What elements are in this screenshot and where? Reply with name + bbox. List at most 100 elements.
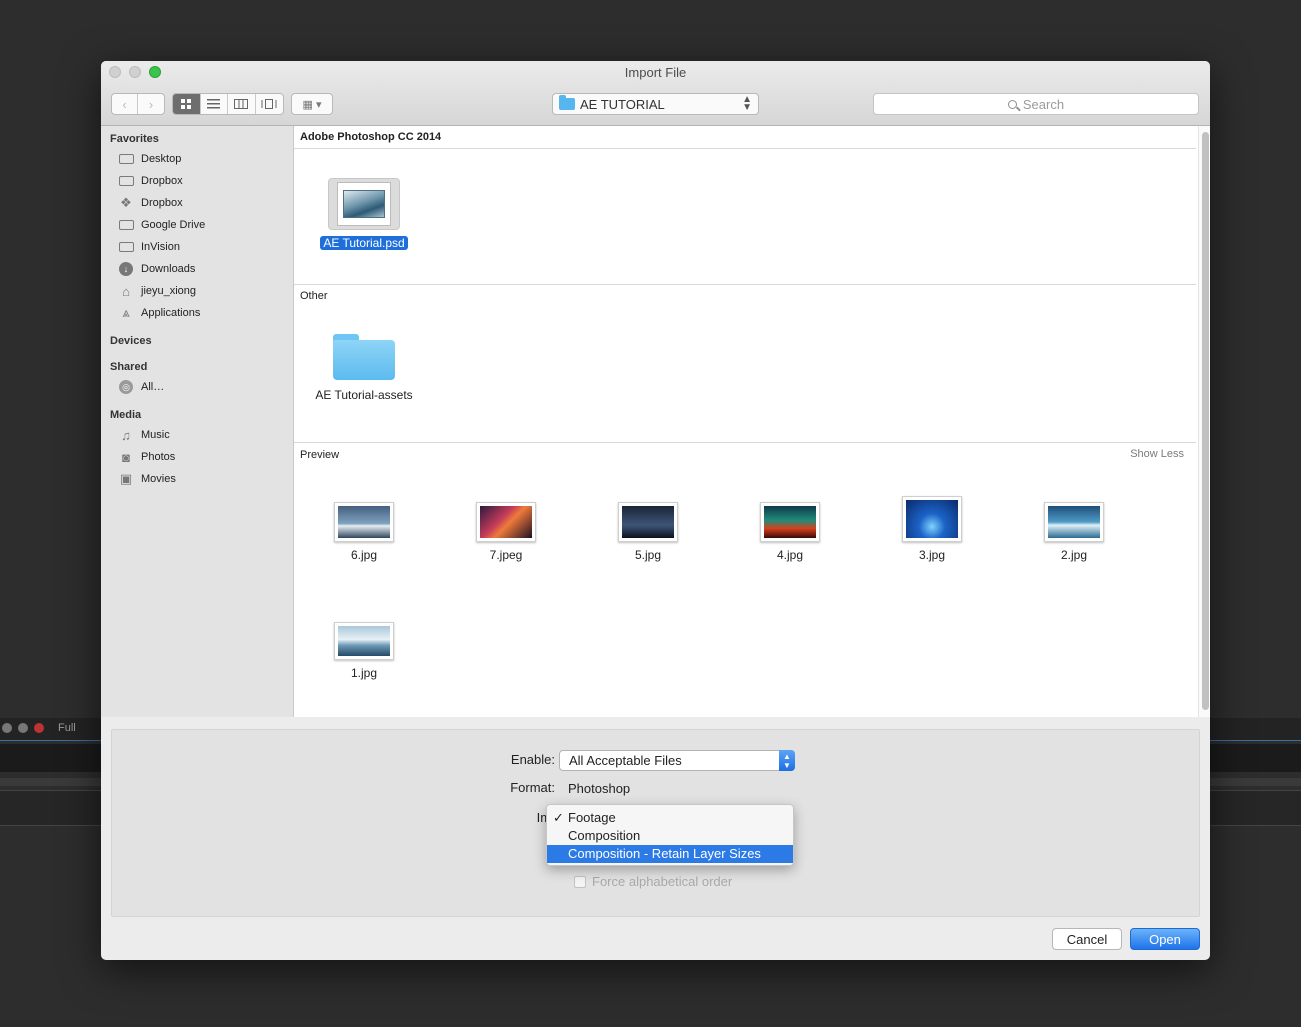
image-thumbnail (334, 502, 394, 542)
section-title-other: Other (300, 290, 328, 302)
location-label: AE TUTORIAL (580, 96, 665, 112)
camera-icon: ◙ (122, 449, 130, 465)
dialog-title: Import File (624, 65, 687, 80)
menu-item-composition-retain-layer-sizes[interactable]: Composition - Retain Layer Sizes (547, 845, 793, 863)
icon-view-icon (181, 99, 192, 109)
forward-button[interactable]: › (138, 94, 164, 114)
image-file-item[interactable]: 7.jpeg (466, 502, 546, 562)
icon-view-button[interactable] (173, 94, 201, 114)
psd-file-icon (328, 178, 400, 230)
navigation-buttons: ‹ › (111, 93, 165, 115)
enable-select[interactable]: All Acceptable Files ▲ ▼ (559, 750, 795, 771)
search-field[interactable]: Search (873, 93, 1199, 115)
coverflow-view-button[interactable] (256, 94, 283, 114)
chevron-left-icon: ‹ (122, 96, 127, 112)
import-file-dialog: Import File ‹ › ▦ ▾ AE TUTORIAL ▲ ▼ Sear… (101, 61, 1210, 960)
sidebar-item-dropbox[interactable]: ❖ Dropbox (118, 194, 183, 212)
show-less-link[interactable]: Show Less (1130, 448, 1184, 460)
sidebar-item-dropbox-folder[interactable]: Dropbox (118, 172, 183, 190)
sidebar-heading-devices: Devices (110, 335, 152, 347)
section-divider (294, 442, 1196, 443)
enable-label: Enable: (510, 752, 555, 767)
image-file-item[interactable]: 2.jpg (1034, 502, 1114, 562)
checkmark-icon: ✓ (553, 810, 564, 825)
sidebar-item-desktop[interactable]: Desktop (118, 150, 181, 168)
image-file-item[interactable]: 3.jpg (892, 496, 972, 562)
back-button[interactable]: ‹ (112, 94, 139, 114)
force-alphabetical-row: Force alphabetical order (574, 874, 732, 889)
sidebar-item-label: Google Drive (141, 219, 206, 231)
folder-icon (118, 174, 134, 188)
sidebar-item-label: Dropbox (141, 175, 183, 187)
sidebar-item-label: Dropbox (141, 197, 183, 209)
sidebar-item-invision[interactable]: InVision (118, 238, 180, 256)
image-file-item[interactable]: 6.jpg (324, 502, 404, 562)
file-name: 7.jpeg (489, 548, 523, 562)
cancel-button[interactable]: Cancel (1052, 928, 1122, 950)
sidebar-item-movies[interactable]: ▣ Movies (118, 470, 176, 488)
sidebar-item-shared-all[interactable]: ◎ All… (118, 378, 164, 396)
sidebar-item-photos[interactable]: ◙ Photos (118, 448, 175, 466)
ae-viewer-icons (2, 723, 50, 735)
force-alphabetical-checkbox[interactable] (574, 875, 586, 888)
image-thumbnail (1044, 502, 1104, 542)
folder-icon (118, 240, 134, 254)
chevron-right-icon: › (148, 96, 154, 112)
updown-arrows-icon: ▲ ▼ (742, 94, 752, 113)
network-icon: ◎ (118, 380, 134, 394)
format-label: Format: (510, 780, 555, 795)
dropbox-icon: ❖ (120, 195, 132, 210)
image-thumbnail (902, 496, 962, 542)
list-view-button[interactable] (201, 94, 228, 114)
film-icon: ▣ (119, 471, 133, 486)
folder-icon (118, 152, 134, 166)
menu-item-composition[interactable]: Composition (547, 827, 793, 845)
download-icon: ↓ (118, 262, 134, 276)
search-placeholder: Search (1022, 96, 1065, 112)
ae-zoom-label[interactable]: Full (58, 722, 76, 734)
menu-item-footage[interactable]: ✓ Footage (547, 809, 793, 827)
updown-arrows-icon: ▲ ▼ (779, 750, 795, 771)
folder-name: AE Tutorial-assets (315, 388, 413, 402)
enable-value: All Acceptable Files (569, 753, 682, 768)
view-mode-buttons (172, 93, 284, 115)
sidebar-item-label: InVision (141, 241, 180, 253)
sidebar-item-google-drive[interactable]: Google Drive (118, 216, 205, 234)
home-icon: ⌂ (122, 283, 130, 299)
sidebar-item-label: Downloads (141, 263, 196, 275)
sidebar: Favorites Desktop Dropbox ❖ Dropbox Goog… (101, 126, 294, 717)
folder-item-assets[interactable]: AE Tutorial-assets (304, 334, 424, 402)
location-popup[interactable]: AE TUTORIAL ▲ ▼ (552, 93, 759, 115)
section-title-preview: Preview (300, 449, 340, 461)
scrollbar[interactable] (1198, 126, 1210, 717)
sidebar-item-label: Applications (141, 307, 201, 319)
grid-arrange-icon: ▦ ▾ (302, 98, 322, 111)
image-file-item[interactable]: 4.jpg (750, 502, 830, 562)
import-as-dropdown-menu: ✓ Footage Composition Composition - Reta… (546, 804, 794, 866)
image-file-item[interactable]: 1.jpg (324, 622, 404, 680)
sidebar-heading-media: Media (110, 409, 142, 421)
image-thumbnail (760, 502, 820, 542)
column-view-icon (234, 99, 249, 109)
section-divider (294, 284, 1196, 285)
folder-icon (118, 218, 134, 232)
open-button[interactable]: Open (1130, 928, 1200, 950)
file-name: 6.jpg (350, 548, 378, 562)
file-name: 1.jpg (350, 666, 378, 680)
folder-icon (559, 95, 575, 110)
column-view-button[interactable] (228, 94, 256, 114)
image-thumbnail (334, 622, 394, 660)
sidebar-item-home[interactable]: ⌂ jieyu_xiong (118, 282, 196, 300)
sidebar-heading-shared: Shared (110, 361, 148, 373)
file-name: 2.jpg (1060, 548, 1088, 562)
scroll-thumb[interactable] (1202, 132, 1209, 710)
file-item-psd[interactable]: AE Tutorial.psd (314, 178, 414, 250)
image-file-item[interactable]: 5.jpg (608, 502, 688, 562)
folder-icon (333, 334, 395, 380)
sidebar-item-music[interactable]: ♫ Music (118, 426, 170, 444)
sidebar-item-applications[interactable]: ⩓ Applications (118, 304, 200, 322)
sidebar-item-downloads[interactable]: ↓ Downloads (118, 260, 195, 278)
arrange-button[interactable]: ▦ ▾ (291, 93, 333, 115)
music-icon: ♫ (121, 427, 131, 443)
section-title-photoshop: Adobe Photoshop CC 2014 (300, 131, 442, 143)
